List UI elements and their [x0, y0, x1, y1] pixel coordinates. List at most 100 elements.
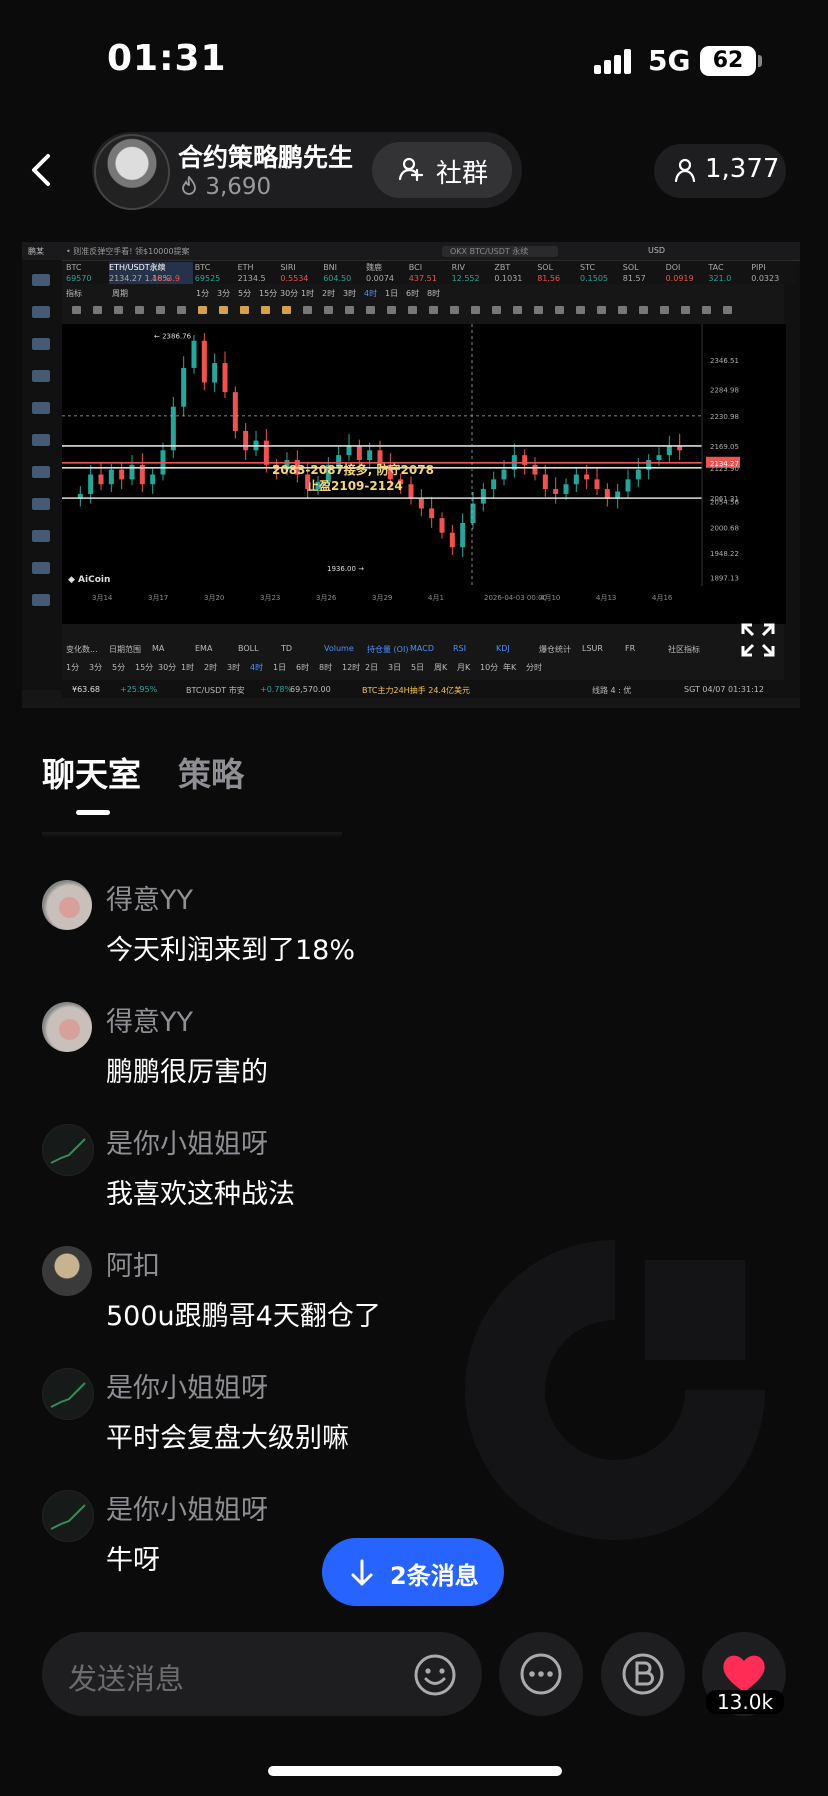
toolbar-item[interactable]: 30分 [280, 288, 298, 299]
emoji-icon[interactable] [412, 1652, 458, 1698]
expand-icon[interactable] [740, 622, 776, 658]
drawing-tool-icon[interactable] [681, 306, 690, 314]
indicator-tab[interactable]: 社区指标 [668, 644, 700, 655]
drawing-tool-icon[interactable] [261, 306, 270, 314]
toolbar-item[interactable]: 6时 [406, 288, 419, 299]
timeframe-option[interactable]: 月K [457, 662, 470, 673]
drawing-tool-icon[interactable] [282, 306, 291, 314]
drawing-tool-icon[interactable] [429, 306, 438, 314]
indicator-tab[interactable]: KDJ [496, 644, 510, 653]
ticker-item[interactable]: ETH/USDT永续 2134.27 1.18% [109, 262, 193, 284]
tab-strategy[interactable]: 策略 [178, 748, 244, 796]
indicator-tab[interactable]: MA [152, 644, 164, 653]
toolbar-item[interactable]: 指标 [66, 288, 82, 299]
message-username[interactable]: 是你小姐姐呀 [106, 1366, 268, 1405]
ticker-item[interactable]: PIPI 0.0323 [751, 262, 779, 284]
timeframe-option[interactable]: 10分 [480, 662, 498, 673]
toolbar-item[interactable]: 8时 [427, 288, 440, 299]
tv-search[interactable]: OKX BTC/USDT 永续 [442, 246, 559, 257]
ticker-item[interactable]: 魏鹿 0.0074 [366, 262, 394, 284]
timeframe-option[interactable]: 4时 [250, 662, 263, 673]
user-avatar[interactable] [42, 1368, 94, 1420]
tv-currency[interactable]: USD [648, 246, 665, 255]
tab-chat[interactable]: 聊天室 [42, 748, 141, 796]
drawing-tool-icon[interactable] [135, 306, 144, 314]
timeframe-option[interactable]: 1日 [273, 662, 286, 673]
ticker-item[interactable]: SOL 81.57 [623, 262, 646, 284]
drawing-tool-icon[interactable] [576, 306, 585, 314]
drawing-tool-icon[interactable] [219, 306, 228, 314]
drawing-tool-icon[interactable] [324, 306, 333, 314]
timeframe-option[interactable]: 6时 [296, 662, 309, 673]
drawing-tool-icon[interactable] [723, 306, 732, 314]
ticker-item[interactable]: STC 0.1505 [580, 262, 608, 284]
ticker-item[interactable]: DOI 0.0919 [666, 262, 694, 284]
ticker-item[interactable]: BTC 69525 [195, 262, 220, 284]
drawing-tool-icon[interactable] [198, 306, 207, 314]
ticker-item[interactable]: TAC 321.0 [708, 262, 731, 284]
timeframe-option[interactable]: 3日 [388, 662, 401, 673]
indicator-tab[interactable]: LSUR [582, 644, 603, 653]
drawing-tool-icon[interactable] [639, 306, 648, 314]
back-icon[interactable] [26, 150, 62, 190]
live-stream-view[interactable]: 鹏某 • 则准反弹空手看! 领$10000提案 OKX BTC/USDT 永续 … [22, 242, 800, 708]
timeframe-option[interactable]: 年K [503, 662, 516, 673]
indicator-tab[interactable]: RSI [453, 644, 466, 653]
timeframe-option[interactable]: 周K [434, 662, 447, 673]
toolbar-item[interactable]: 3时 [343, 288, 356, 299]
timeframe-option[interactable]: 3时 [227, 662, 240, 673]
timeframe-option[interactable]: 15分 [135, 662, 153, 673]
host-avatar[interactable] [94, 134, 170, 210]
drawing-tool-icon[interactable] [618, 306, 627, 314]
timeframe-option[interactable]: 8时 [319, 662, 332, 673]
message-username[interactable]: 得意YY [106, 1000, 193, 1039]
drawing-tool-icon[interactable] [492, 306, 501, 314]
user-avatar[interactable] [42, 1124, 94, 1176]
user-avatar[interactable] [42, 1490, 94, 1542]
toolbar-item[interactable]: 1分 [196, 288, 209, 299]
drawing-tool-icon[interactable] [387, 306, 396, 314]
drawing-tool-icon[interactable] [513, 306, 522, 314]
ticker-item[interactable]: SOL 81.56 [537, 262, 560, 284]
home-indicator[interactable] [268, 1766, 562, 1776]
toolbar-item[interactable]: 周期 [112, 288, 128, 299]
toolbar-item[interactable]: 4时 [364, 288, 377, 299]
drawing-tool-icon[interactable] [660, 306, 669, 314]
drawing-tool-icon[interactable] [177, 306, 186, 314]
drawing-tool-icon[interactable] [303, 306, 312, 314]
timeframe-option[interactable]: 5分 [112, 662, 125, 673]
timeframe-option[interactable]: 12时 [342, 662, 360, 673]
timeframe-option[interactable]: 2日 [365, 662, 378, 673]
toolbar-item[interactable]: 1时 [301, 288, 314, 299]
message-username[interactable]: 是你小姐姐呀 [106, 1488, 268, 1527]
timeframe-option[interactable]: 1时 [181, 662, 194, 673]
toolbar-item[interactable]: 15分 [259, 288, 277, 299]
ticker-item[interactable]: SIRI 0.5534 [280, 262, 308, 284]
drawing-tool-icon[interactable] [366, 306, 375, 314]
more-button[interactable] [499, 1632, 583, 1716]
timeframe-option[interactable]: 3分 [89, 662, 102, 673]
drawing-tool-icon[interactable] [450, 306, 459, 314]
drawing-tool-icon[interactable] [471, 306, 480, 314]
timeframe-option[interactable]: 2时 [204, 662, 217, 673]
drawing-tool-icon[interactable] [114, 306, 123, 314]
ticker-item[interactable]: BCI 437.51 [409, 262, 437, 284]
indicator-tab[interactable]: Volume [324, 644, 354, 653]
message-username[interactable]: 得意YY [106, 878, 193, 917]
user-avatar[interactable] [42, 1002, 92, 1052]
toolbar-item[interactable]: 5分 [238, 288, 251, 299]
ticker-item[interactable]: RIV 12.552 [452, 262, 480, 284]
indicator-tab[interactable]: 爆仓统计 [539, 644, 571, 655]
ticker-item[interactable]: BTC 69570 [66, 262, 91, 284]
user-avatar[interactable] [42, 880, 92, 930]
drawing-tool-icon[interactable] [345, 306, 354, 314]
ticker-item[interactable]: ETH 2134.5 [238, 262, 266, 284]
user-avatar[interactable] [42, 1246, 92, 1296]
indicator-tab[interactable]: TD [281, 644, 292, 653]
indicator-tab[interactable]: 变化数... [66, 644, 98, 655]
timeframe-option[interactable]: 5日 [411, 662, 424, 673]
drawing-tool-icon[interactable] [597, 306, 606, 314]
drawing-tool-icon[interactable] [156, 306, 165, 314]
indicator-tab[interactable]: FR [625, 644, 635, 653]
drawing-tool-icon[interactable] [93, 306, 102, 314]
